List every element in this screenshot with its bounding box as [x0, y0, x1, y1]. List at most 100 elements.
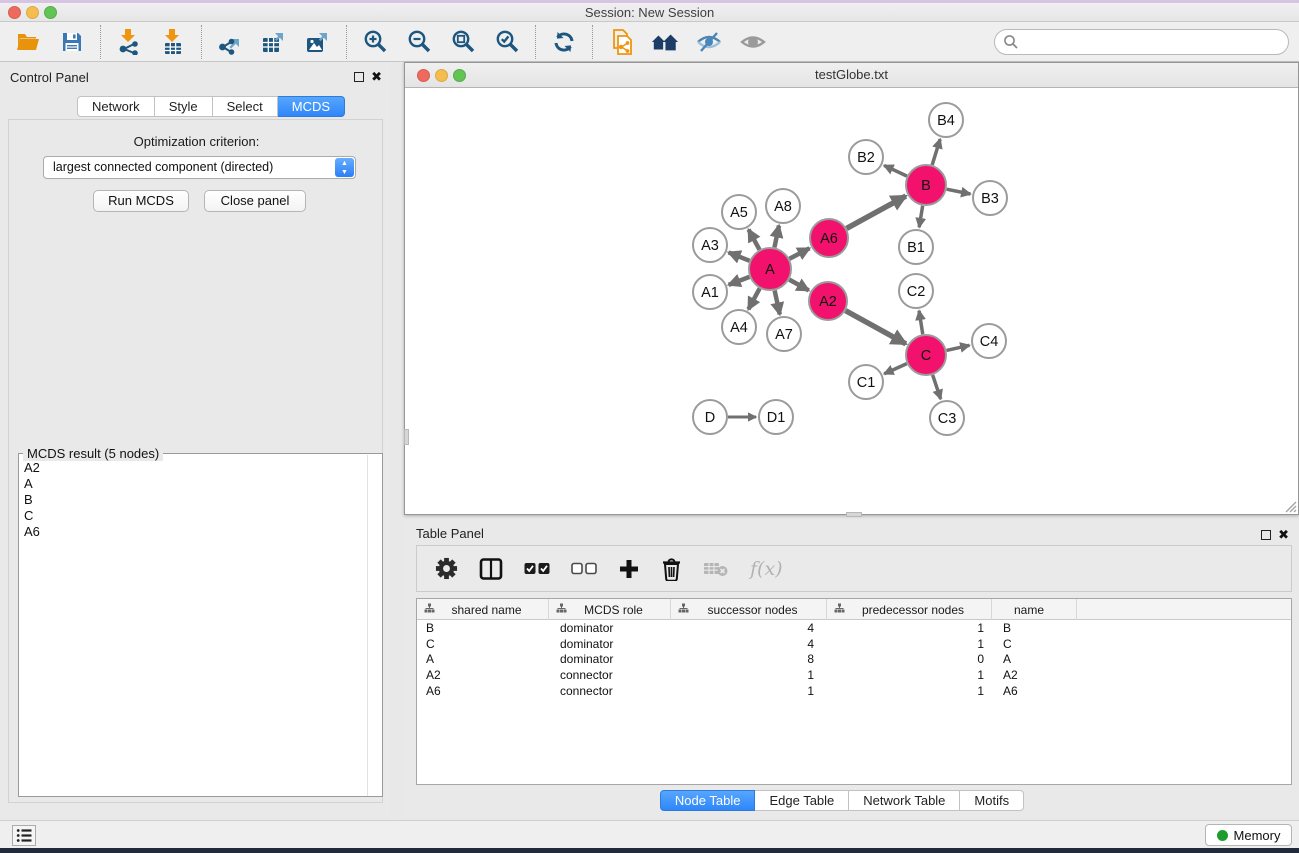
edge-A-A8[interactable]: [774, 226, 779, 248]
search-input[interactable]: [994, 29, 1289, 55]
edge-A-A5[interactable]: [749, 230, 760, 250]
float-panel-icon[interactable]: [354, 72, 364, 82]
result-item[interactable]: A2: [24, 460, 368, 476]
table-row[interactable]: Bdominator41B: [417, 620, 1291, 636]
delete-table-icon[interactable]: [703, 560, 729, 578]
import-table-icon[interactable]: [159, 28, 187, 56]
cell[interactable]: A2: [417, 668, 549, 682]
cell[interactable]: 4: [671, 637, 827, 651]
split-view-icon[interactable]: [479, 558, 503, 580]
cell[interactable]: dominator: [549, 637, 671, 651]
cell[interactable]: dominator: [549, 652, 671, 666]
column-header-name[interactable]: name: [992, 599, 1077, 620]
edge-C-C4[interactable]: [946, 345, 969, 350]
edge-A-A4[interactable]: [748, 288, 759, 309]
result-item[interactable]: C: [24, 508, 368, 524]
cell[interactable]: B: [417, 621, 549, 635]
cell[interactable]: A6: [992, 684, 1077, 698]
network-window-titlebar[interactable]: testGlobe.txt: [405, 63, 1298, 88]
cell[interactable]: 8: [671, 652, 827, 666]
bottom-splitter-handle[interactable]: [846, 512, 862, 517]
import-network-icon[interactable]: [115, 28, 143, 56]
cell[interactable]: connector: [549, 668, 671, 682]
delete-column-icon[interactable]: [661, 557, 682, 581]
close-panel-button[interactable]: Close panel: [204, 190, 306, 212]
float-table-panel-icon[interactable]: [1261, 530, 1271, 540]
memory-button[interactable]: Memory: [1205, 824, 1292, 846]
edge-A6-B[interactable]: [847, 196, 906, 228]
result-item[interactable]: A6: [24, 524, 368, 540]
close-panel-icon[interactable]: ✖: [371, 71, 382, 83]
edge-C-C1[interactable]: [884, 364, 907, 374]
show-all-icon[interactable]: [739, 28, 767, 56]
minimize-window-button[interactable]: [26, 6, 39, 19]
table-row[interactable]: A6connector11A6: [417, 683, 1291, 699]
column-header-MCDS-role[interactable]: MCDS role: [549, 599, 671, 620]
open-session-icon[interactable]: [14, 28, 42, 56]
cell[interactable]: A: [992, 652, 1077, 666]
edge-C-C3[interactable]: [933, 375, 941, 399]
function-builder-icon[interactable]: f(x): [750, 558, 783, 580]
cell[interactable]: B: [992, 621, 1077, 635]
hide-selected-icon[interactable]: [695, 28, 723, 56]
task-history-button[interactable]: [12, 825, 36, 846]
tab-style[interactable]: Style: [155, 96, 213, 117]
edge-A-A6[interactable]: [789, 248, 809, 259]
cell[interactable]: A6: [417, 684, 549, 698]
select-all-icon[interactable]: [524, 562, 550, 575]
cell[interactable]: dominator: [549, 621, 671, 635]
table-row[interactable]: A2connector11A2: [417, 667, 1291, 683]
cell[interactable]: 1: [827, 621, 992, 635]
left-splitter-handle[interactable]: [404, 429, 409, 445]
table-tab-network-table[interactable]: Network Table: [849, 790, 960, 811]
tab-select[interactable]: Select: [213, 96, 278, 117]
cell[interactable]: connector: [549, 684, 671, 698]
zoom-out-icon[interactable]: [405, 28, 433, 56]
result-scrollbar[interactable]: [367, 455, 381, 796]
cell[interactable]: 1: [827, 668, 992, 682]
zoom-selected-icon[interactable]: [493, 28, 521, 56]
close-network-button[interactable]: [417, 69, 430, 82]
duplicate-network-icon[interactable]: [607, 28, 635, 56]
mcds-result-list[interactable]: A2ABCA6: [20, 458, 368, 796]
cell[interactable]: A: [417, 652, 549, 666]
column-header-predecessor-nodes[interactable]: predecessor nodes: [827, 599, 992, 620]
add-column-icon[interactable]: [618, 558, 640, 580]
cell[interactable]: C: [417, 637, 549, 651]
cell[interactable]: A2: [992, 668, 1077, 682]
edge-A-A1[interactable]: [729, 277, 750, 285]
table-tab-edge-table[interactable]: Edge Table: [755, 790, 849, 811]
edge-B-B4[interactable]: [932, 139, 940, 165]
network-graph-canvas[interactable]: AA1A2A3A4A5A6A7A8BB1B2B3B4CC1C2C3C4DD1: [405, 88, 1298, 514]
zoom-window-button[interactable]: [44, 6, 57, 19]
save-session-icon[interactable]: [58, 28, 86, 56]
settings-gear-icon[interactable]: [435, 557, 458, 580]
table-row[interactable]: Adominator80A: [417, 652, 1291, 668]
tab-mcds[interactable]: MCDS: [278, 96, 345, 117]
node-table[interactable]: shared nameMCDS rolesuccessor nodesprede…: [416, 598, 1292, 785]
close-table-panel-icon[interactable]: ✖: [1278, 529, 1289, 541]
deselect-all-icon[interactable]: [571, 562, 597, 575]
tab-network[interactable]: Network: [77, 96, 155, 117]
table-tab-motifs[interactable]: Motifs: [960, 790, 1024, 811]
cell[interactable]: 4: [671, 621, 827, 635]
zoom-network-button[interactable]: [453, 69, 466, 82]
edge-B-B1[interactable]: [919, 206, 922, 228]
cell[interactable]: 1: [671, 668, 827, 682]
resize-grip-icon[interactable]: [1283, 499, 1297, 513]
edge-B-B2[interactable]: [884, 165, 907, 176]
result-item[interactable]: B: [24, 492, 368, 508]
export-table-icon[interactable]: [260, 28, 288, 56]
cell[interactable]: 1: [671, 684, 827, 698]
criterion-dropdown[interactable]: largest connected component (directed) ▲…: [43, 156, 356, 179]
close-window-button[interactable]: [8, 6, 21, 19]
cell[interactable]: 0: [827, 652, 992, 666]
column-header-successor-nodes[interactable]: successor nodes: [671, 599, 827, 620]
result-item[interactable]: A: [24, 476, 368, 492]
zoom-in-icon[interactable]: [361, 28, 389, 56]
edge-A-A7[interactable]: [775, 291, 780, 315]
edge-A2-C[interactable]: [846, 311, 906, 344]
column-header-shared-name[interactable]: shared name: [417, 599, 549, 620]
edge-C-C2[interactable]: [919, 311, 923, 334]
edge-A-A3[interactable]: [729, 252, 750, 260]
